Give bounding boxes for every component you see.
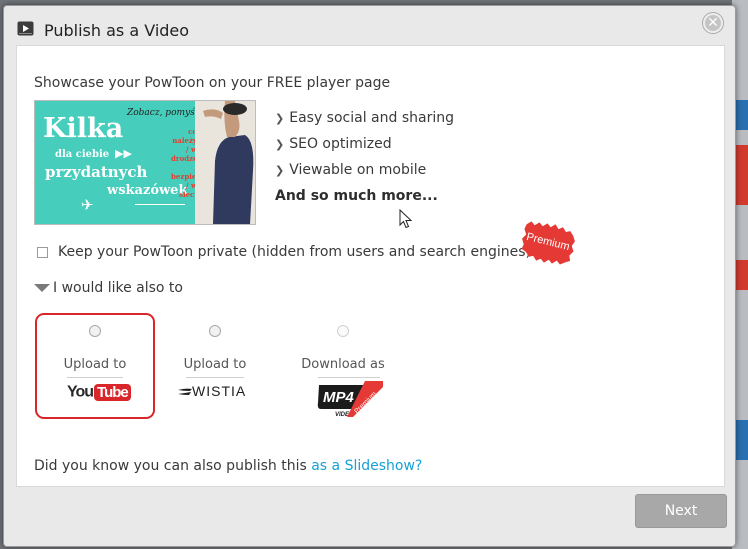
youtube-logo: You Tube <box>67 382 131 402</box>
feature-item: ❯ Easy social and sharing <box>275 105 454 131</box>
mp4-video-logo: MP4 VIDEO Premium <box>317 381 383 418</box>
option-divider <box>318 377 380 378</box>
thumbnail-underline <box>135 204 185 205</box>
mp4-radio[interactable] <box>337 325 349 337</box>
thumbnail-line3: przydatnych <box>45 163 148 181</box>
youtube-logo-tube: Tube <box>94 384 131 401</box>
option-divider <box>67 377 123 378</box>
airplane-icon: ✈ <box>81 196 94 214</box>
youtube-radio[interactable] <box>89 325 101 337</box>
chevron-right-icon: ❯ <box>275 163 285 177</box>
slideshow-link[interactable]: as a Slideshow? <box>311 458 422 474</box>
person-figure-illustration <box>195 101 255 224</box>
dialog-content: Showcase your PowToon on your FREE playe… <box>16 45 725 487</box>
feature-item: ❯ Viewable on mobile <box>275 157 454 183</box>
mp4-option-label: Download as <box>301 357 385 372</box>
private-label: Keep your PowToon private (hidden from u… <box>58 244 532 260</box>
wistia-option[interactable]: Upload to WISTIA <box>155 313 275 419</box>
feature-label: Easy social and sharing <box>289 110 454 126</box>
thumbnail-corner-text: Zobacz, pomyś <box>127 108 195 118</box>
chevron-right-icon: ❯ <box>275 137 285 151</box>
also-label: I would like also to <box>53 280 183 296</box>
thumbnail-arrows-icon: ▶▶ <box>115 147 132 160</box>
wistia-option-label: Upload to <box>183 357 247 372</box>
wistia-radio[interactable] <box>209 325 221 337</box>
option-divider <box>186 377 244 378</box>
also-toggle[interactable]: I would like also to <box>34 280 183 296</box>
video-thumbnail[interactable]: Zobacz, pomyś Kilka dla ciebie ▶▶ przyda… <box>34 100 256 225</box>
thumbnail-headline: Kilka <box>43 113 124 144</box>
wistia-mark-icon <box>178 388 192 396</box>
premium-badge: Premium <box>521 221 575 265</box>
intro-text: Showcase your PowToon on your FREE playe… <box>34 75 391 91</box>
mouse-cursor-icon <box>399 209 413 229</box>
dialog-title: Publish as a Video <box>44 21 190 40</box>
youtube-option-label: Upload to <box>63 357 127 372</box>
youtube-option[interactable]: Upload to You Tube <box>35 313 155 419</box>
publish-video-dialog: Publish as a Video ✕ Showcase your PowTo… <box>3 5 736 547</box>
wistia-logo-text: WISTIA <box>192 383 247 399</box>
thumbnail-side-text: co należy / w drodze / bezpieczeństw / w… <box>171 127 227 199</box>
triangle-down-icon <box>34 284 50 292</box>
slideshow-prompt: Did you know you can also publish this a… <box>34 458 422 474</box>
mp4-logo-text: MP4 <box>323 389 355 406</box>
next-button[interactable]: Next <box>635 494 727 528</box>
dialog-titlebar: Publish as a Video ✕ <box>4 6 735 46</box>
private-checkbox[interactable] <box>37 246 48 258</box>
youtube-logo-you: You <box>67 383 94 401</box>
slideshow-prompt-text: Did you know you can also publish this <box>34 458 312 474</box>
video-icon <box>17 21 34 36</box>
private-option: Keep your PowToon private (hidden from u… <box>37 244 531 260</box>
wistia-logo: WISTIA <box>178 383 246 399</box>
mp4-option[interactable]: Download as MP4 VIDEO Premium <box>283 313 403 419</box>
feature-item: ❯ SEO optimized <box>275 131 454 157</box>
thumbnail-line2: dla ciebie <box>55 149 110 160</box>
feature-label: SEO optimized <box>289 136 392 152</box>
close-button[interactable]: ✕ <box>703 13 723 33</box>
feature-list: ❯ Easy social and sharing ❯ SEO optimized … <box>275 105 454 209</box>
chevron-right-icon: ❯ <box>275 111 285 125</box>
feature-label: Viewable on mobile <box>289 162 427 178</box>
feature-more: And so much more... <box>275 188 438 204</box>
